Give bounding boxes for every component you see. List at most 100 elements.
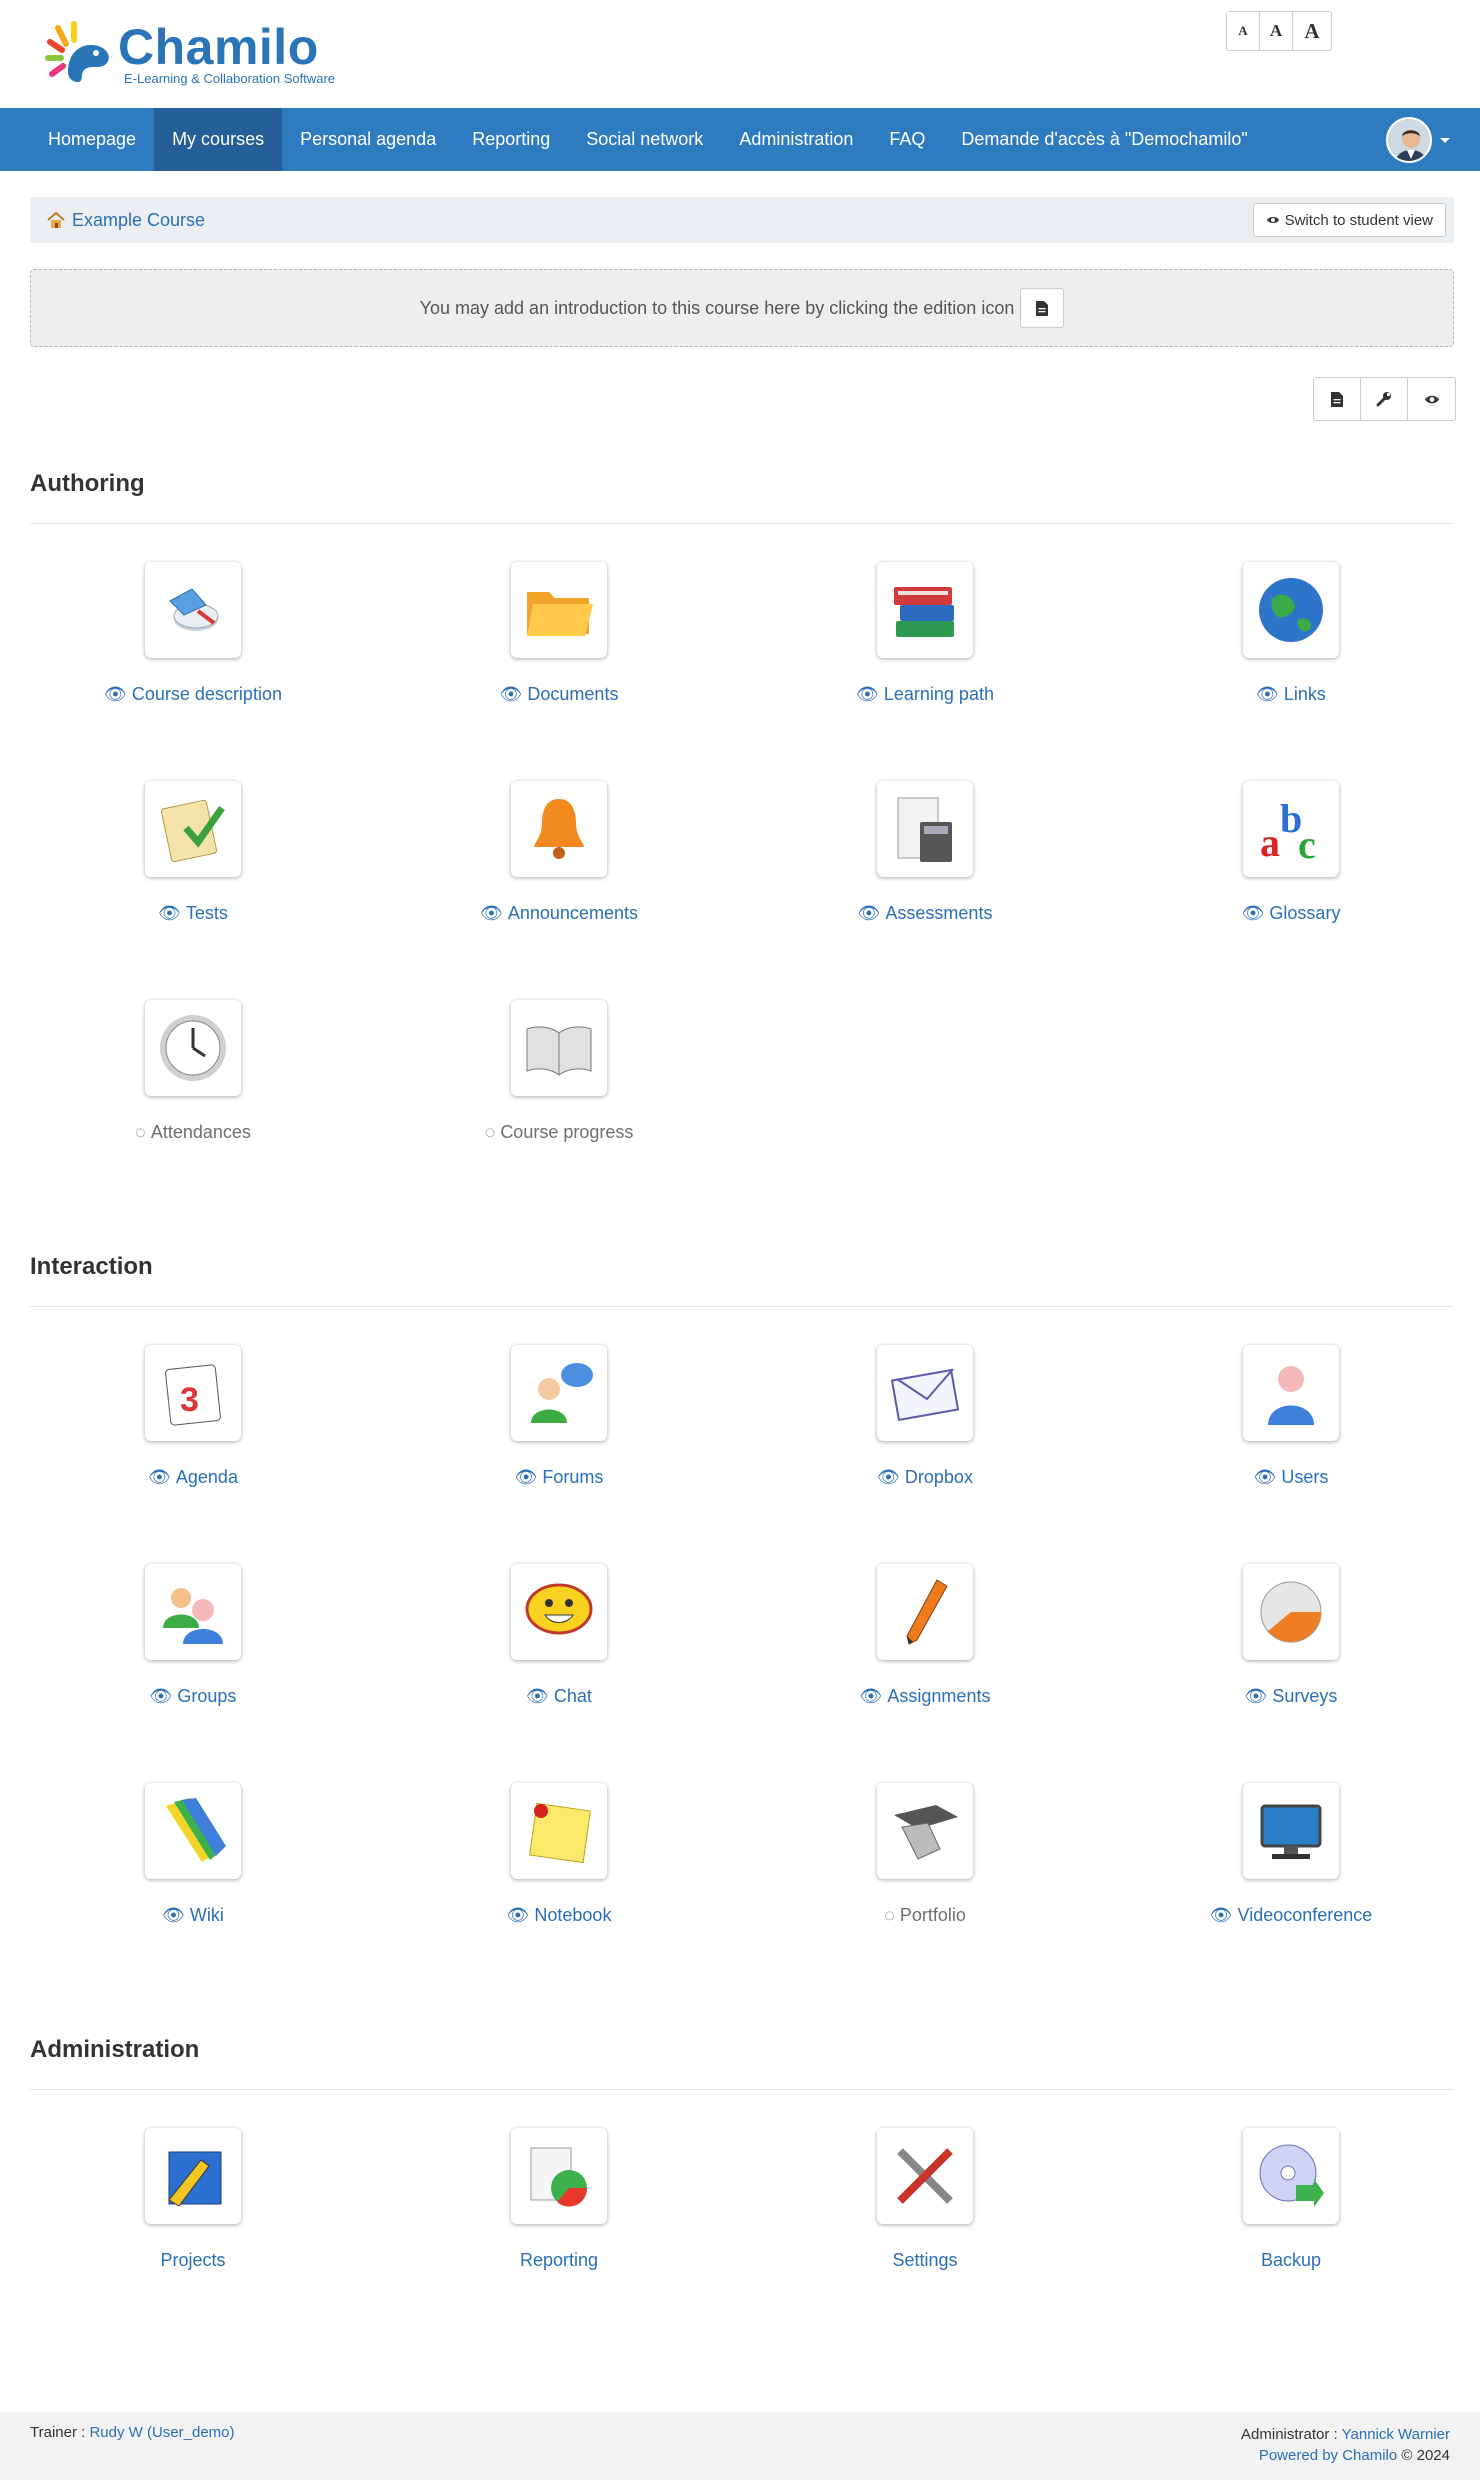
document-icon <box>1331 391 1343 407</box>
tool-users[interactable]: 👁 Users <box>1108 1345 1474 1488</box>
tool-announcements[interactable]: 👁 Announcements <box>376 781 742 924</box>
switch-student-view-label: Switch to student view <box>1284 211 1433 229</box>
tool-surveys[interactable]: 👁 Surveys <box>1108 1564 1474 1707</box>
svg-text:c: c <box>1298 822 1316 866</box>
tool-course-description[interactable]: 👁 Course description <box>10 562 376 705</box>
tool-documents[interactable]: 👁 Documents <box>376 562 742 705</box>
eye-slash-icon: ◌ <box>484 1122 496 1142</box>
tool-label-surveys[interactable]: 👁 Surveys <box>1245 1686 1338 1707</box>
add-document-button[interactable] <box>1314 378 1361 420</box>
font-size-small-button[interactable]: A <box>1227 12 1260 50</box>
tool-label-wiki[interactable]: 👁 Wiki <box>162 1905 224 1926</box>
tool-videoconference[interactable]: 👁 Videoconference <box>1108 1783 1474 1926</box>
chat-smiley-icon <box>511 1564 607 1660</box>
tool-label-groups[interactable]: 👁 Groups <box>150 1686 237 1707</box>
tool-wiki[interactable]: 👁 Wiki <box>10 1783 376 1926</box>
tool-label-assignments[interactable]: 👁 Assignments <box>860 1686 991 1707</box>
section-title-authoring: Authoring <box>30 470 145 497</box>
nav-social-network[interactable]: Social network <box>568 108 721 171</box>
tool-label-attendances[interactable]: ◌ Attendances <box>135 1122 251 1143</box>
user-menu[interactable] <box>1386 117 1450 163</box>
tool-groups[interactable]: 👁 Groups <box>10 1564 376 1707</box>
course-settings-button[interactable] <box>1361 378 1408 420</box>
tool-label-forums[interactable]: 👁 Forums <box>515 1467 604 1488</box>
tool-reporting[interactable]: Reporting <box>376 2128 742 2271</box>
eye-slash-icon: ◌ <box>884 1905 895 1925</box>
chamilo-logo[interactable]: Chamilo E-Learning & Collaboration Softw… <box>44 20 335 88</box>
tool-label-videoconference[interactable]: 👁 Videoconference <box>1210 1905 1373 1926</box>
tool-projects[interactable]: Projects <box>10 2128 376 2271</box>
font-size-medium-button[interactable]: A <box>1260 12 1293 50</box>
tool-label-users[interactable]: 👁 Users <box>1254 1467 1329 1488</box>
tool-label-tests[interactable]: 👁 Tests <box>158 903 228 924</box>
admin-link[interactable]: Yannick Warnier <box>1342 2426 1450 2443</box>
nav-homepage[interactable]: Homepage <box>30 108 154 171</box>
tool-label-links[interactable]: 👁 Links <box>1256 684 1326 705</box>
nav-administration[interactable]: Administration <box>721 108 871 171</box>
eye-icon: 👁 <box>480 903 503 923</box>
tool-dropbox[interactable]: 👁 Dropbox <box>742 1345 1108 1488</box>
powered-by-link[interactable]: Powered by Chamilo <box>1259 2447 1397 2464</box>
trainer-link[interactable]: Rudy W (User_demo) <box>89 2424 234 2441</box>
tool-learning-path[interactable]: 👁 Learning path <box>742 562 1108 705</box>
tool-glossary[interactable]: abc 👁 Glossary <box>1108 781 1474 924</box>
tool-label-settings[interactable]: Settings <box>892 2250 957 2271</box>
eye-icon: 👁 <box>158 903 181 923</box>
tool-label-portfolio[interactable]: ◌ Portfolio <box>884 1905 966 1926</box>
switch-student-view-button[interactable]: Switch to student view <box>1252 203 1446 237</box>
tool-tests[interactable]: 👁 Tests <box>10 781 376 924</box>
eye-icon: 👁 <box>857 903 881 923</box>
attendances-clock-icon <box>145 1000 241 1096</box>
home-icon <box>47 211 65 228</box>
chevron-down-icon <box>1440 137 1450 143</box>
portfolio-cap-icon <box>877 1783 973 1879</box>
eye-icon: 👁 <box>514 1467 538 1487</box>
tool-label-projects[interactable]: Projects <box>160 2250 225 2271</box>
tool-forums[interactable]: 👁 Forums <box>376 1345 742 1488</box>
section-title-interaction: Interaction <box>30 1253 153 1280</box>
tool-label-course-description[interactable]: 👁 Course description <box>104 684 282 705</box>
tool-label-reporting[interactable]: Reporting <box>520 2250 598 2271</box>
tool-links[interactable]: 👁 Links <box>1108 562 1474 705</box>
tool-label-course-progress[interactable]: ◌ Course progress <box>485 1122 634 1143</box>
wiki-pencils-icon <box>145 1783 241 1879</box>
tool-label-agenda[interactable]: 👁 Agenda <box>148 1467 238 1488</box>
breadcrumb-course-link[interactable]: Example Course <box>72 210 205 231</box>
tool-course-progress[interactable]: ◌ Course progress <box>376 1000 742 1143</box>
tool-settings[interactable]: Settings <box>742 2128 1108 2271</box>
tool-attendances[interactable]: ◌ Attendances <box>10 1000 376 1143</box>
eye-icon: 👁 <box>1253 1467 1277 1487</box>
tool-label-glossary[interactable]: 👁 Glossary <box>1242 903 1341 924</box>
tests-checklist-icon <box>145 781 241 877</box>
font-size-large-button[interactable]: A <box>1293 12 1331 50</box>
eye-icon: 👁 <box>104 684 127 704</box>
nav-faq[interactable]: FAQ <box>871 108 943 171</box>
eye-icon: 👁 <box>1209 1905 1233 1925</box>
toggle-visibility-button[interactable] <box>1408 378 1455 420</box>
nav-reporting[interactable]: Reporting <box>454 108 568 171</box>
tool-notebook[interactable]: 👁 Notebook <box>376 1783 742 1926</box>
tool-label-dropbox[interactable]: 👁 Dropbox <box>877 1467 973 1488</box>
header: Chamilo E-Learning & Collaboration Softw… <box>0 0 1480 108</box>
nav-personal-agenda[interactable]: Personal agenda <box>282 108 454 171</box>
tool-label-chat[interactable]: 👁 Chat <box>526 1686 592 1707</box>
tool-assignments[interactable]: 👁 Assignments <box>742 1564 1108 1707</box>
tool-label-notebook[interactable]: 👁 Notebook <box>507 1905 612 1926</box>
edit-intro-button[interactable] <box>1020 288 1065 328</box>
nav-my-courses[interactable]: My courses <box>154 108 283 171</box>
settings-tools-icon <box>877 2128 973 2224</box>
tool-portfolio[interactable]: ◌ Portfolio <box>742 1783 1108 1926</box>
tool-chat[interactable]: 👁 Chat <box>376 1564 742 1707</box>
tool-assessments[interactable]: 👁 Assessments <box>742 781 1108 924</box>
tool-label-learning-path[interactable]: 👁 Learning path <box>856 684 994 705</box>
tool-label-documents[interactable]: 👁 Documents <box>500 684 619 705</box>
tool-label-backup[interactable]: Backup <box>1261 2250 1321 2271</box>
course-intro-text: You may add an introduction to this cour… <box>419 297 1015 318</box>
tool-label-assessments[interactable]: 👁 Assessments <box>858 903 993 924</box>
nav-access-request[interactable]: Demande d'accès à "Demochamilo" <box>943 108 1265 171</box>
tool-agenda[interactable]: 3 👁 Agenda <box>10 1345 376 1488</box>
section-divider <box>30 2089 1454 2090</box>
tool-backup[interactable]: Backup <box>1108 2128 1474 2271</box>
announcements-bell-icon <box>511 781 607 877</box>
tool-label-announcements[interactable]: 👁 Announcements <box>480 903 638 924</box>
